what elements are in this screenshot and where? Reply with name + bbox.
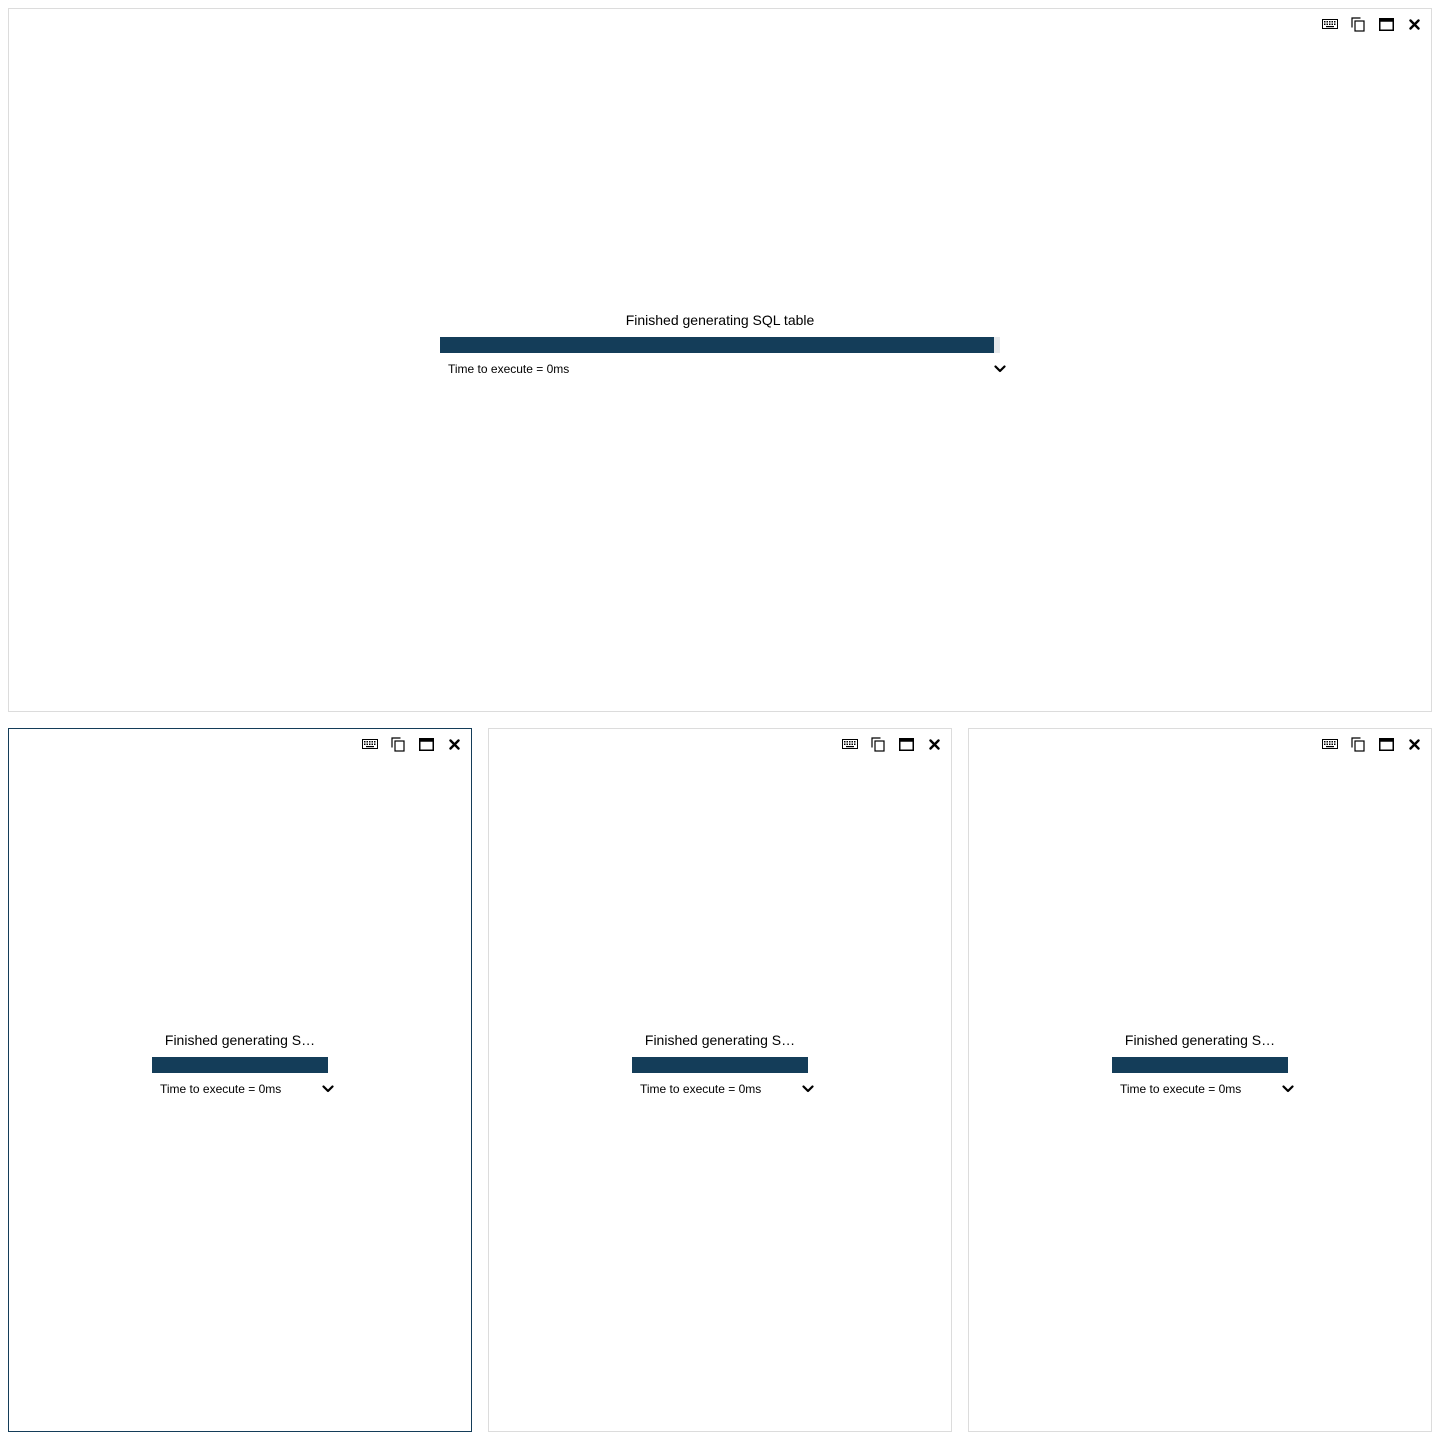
status-block: Finished generating S… Time to execute =… xyxy=(152,1031,334,1097)
panel-toolbar xyxy=(1319,15,1425,33)
progress-fill xyxy=(152,1057,328,1073)
copy-icon xyxy=(1351,736,1365,752)
copy-button[interactable] xyxy=(387,735,409,753)
copy-button[interactable] xyxy=(1347,735,1369,753)
progress-fill xyxy=(440,337,995,353)
status-title: Finished generating S… xyxy=(164,1032,316,1048)
maximize-button[interactable] xyxy=(1375,735,1397,753)
keyboard-button[interactable] xyxy=(839,735,861,753)
keyboard-button[interactable] xyxy=(1319,735,1341,753)
progress-fill xyxy=(1112,1057,1288,1073)
maximize-button[interactable] xyxy=(415,735,437,753)
maximize-button[interactable] xyxy=(1375,15,1397,33)
keyboard-icon xyxy=(362,739,378,749)
status-block: Finished generating S… Time to execute =… xyxy=(632,1031,814,1097)
close-button[interactable] xyxy=(1403,735,1425,753)
status-row: Time to execute = 0ms xyxy=(152,1081,334,1097)
expand-details-button[interactable] xyxy=(1280,1081,1296,1097)
copy-button[interactable] xyxy=(867,735,889,753)
maximize-icon xyxy=(898,737,914,751)
chevron-down-icon xyxy=(1282,1085,1294,1093)
execution-time-label: Time to execute = 0ms xyxy=(160,1082,282,1096)
close-icon xyxy=(448,738,460,750)
status-title: Finished generating S… xyxy=(1124,1032,1276,1048)
panel-toolbar xyxy=(839,735,945,753)
status-row: Time to execute = 0ms xyxy=(632,1081,814,1097)
expand-details-button[interactable] xyxy=(992,361,1008,377)
keyboard-icon xyxy=(1322,739,1338,749)
progress-bar xyxy=(632,1057,808,1073)
progress-bar xyxy=(440,337,1000,353)
maximize-button[interactable] xyxy=(895,735,917,753)
maximize-icon xyxy=(418,737,434,751)
close-button[interactable] xyxy=(1403,15,1425,33)
status-title: Finished generating S… xyxy=(644,1032,796,1048)
copy-icon xyxy=(871,736,885,752)
result-panel: Finished generating S… Time to execute =… xyxy=(488,728,952,1432)
status-block: Finished generating SQL table Time to ex… xyxy=(440,311,1006,377)
copy-icon xyxy=(1351,16,1365,32)
result-panel: Finished generating S… Time to execute =… xyxy=(8,728,472,1432)
copy-icon xyxy=(391,736,405,752)
status-row: Time to execute = 0ms xyxy=(440,361,1006,377)
chevron-down-icon xyxy=(802,1085,814,1093)
panel-toolbar xyxy=(359,735,465,753)
keyboard-icon xyxy=(1322,19,1338,29)
keyboard-icon xyxy=(842,739,858,749)
progress-fill xyxy=(632,1057,808,1073)
result-panel: Finished generating SQL table Time to ex… xyxy=(8,8,1432,712)
close-icon xyxy=(1408,18,1420,30)
execution-time-label: Time to execute = 0ms xyxy=(1120,1082,1242,1096)
close-button[interactable] xyxy=(923,735,945,753)
execution-time-label: Time to execute = 0ms xyxy=(448,362,570,376)
chevron-down-icon xyxy=(994,365,1006,373)
progress-bar xyxy=(152,1057,328,1073)
execution-time-label: Time to execute = 0ms xyxy=(640,1082,762,1096)
maximize-icon xyxy=(1378,737,1394,751)
copy-button[interactable] xyxy=(1347,15,1369,33)
chevron-down-icon xyxy=(322,1085,334,1093)
status-title: Finished generating SQL table xyxy=(625,312,815,328)
keyboard-button[interactable] xyxy=(359,735,381,753)
status-row: Time to execute = 0ms xyxy=(1112,1081,1294,1097)
status-block: Finished generating S… Time to execute =… xyxy=(1112,1031,1294,1097)
maximize-icon xyxy=(1378,17,1394,31)
expand-details-button[interactable] xyxy=(800,1081,816,1097)
close-icon xyxy=(1408,738,1420,750)
result-panel: Finished generating S… Time to execute =… xyxy=(968,728,1432,1432)
progress-bar xyxy=(1112,1057,1288,1073)
panel-toolbar xyxy=(1319,735,1425,753)
keyboard-button[interactable] xyxy=(1319,15,1341,33)
close-button[interactable] xyxy=(443,735,465,753)
close-icon xyxy=(928,738,940,750)
expand-details-button[interactable] xyxy=(320,1081,336,1097)
